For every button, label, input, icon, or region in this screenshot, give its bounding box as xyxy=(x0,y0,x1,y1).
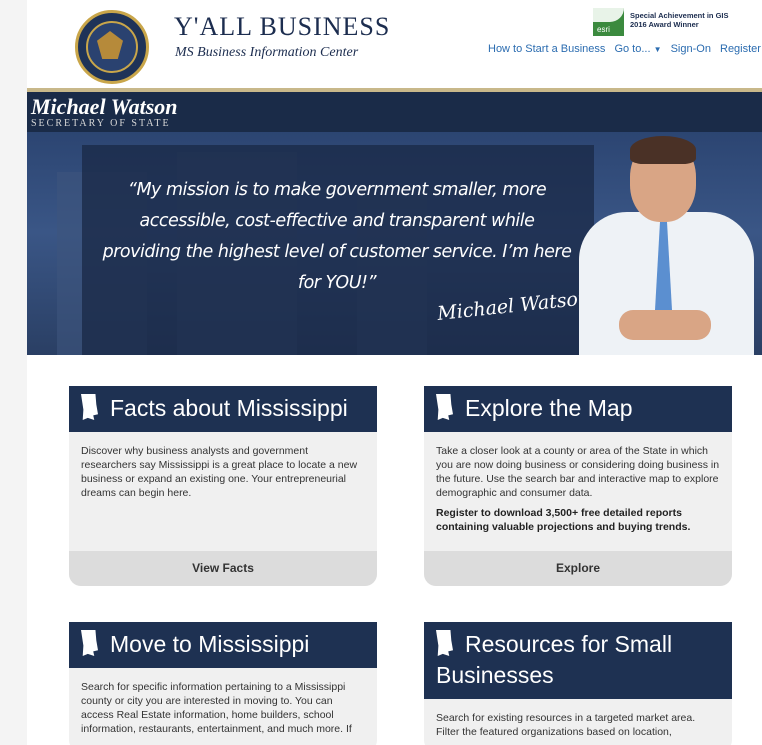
card-description: Take a closer look at a county or area o… xyxy=(436,445,720,533)
mission-quote: “My mission is to make government smalle… xyxy=(102,180,572,293)
officer-name: Michael Watson xyxy=(31,94,178,119)
mississippi-state-icon xyxy=(436,630,453,656)
register-prompt: Register to download 3,500+ free detaile… xyxy=(436,507,691,533)
caret-down-icon: ▼ xyxy=(653,45,662,54)
card-description: Search for specific information pertaini… xyxy=(81,681,352,735)
explore-button[interactable]: Explore xyxy=(424,551,732,586)
mississippi-state-icon xyxy=(81,630,98,656)
left-gutter xyxy=(0,0,27,745)
esri-logo-icon: esri xyxy=(593,8,624,36)
card-description: Search for existing resources in a targe… xyxy=(436,712,696,738)
nav-goto-dropdown[interactable]: Go to... ▼ xyxy=(614,43,661,55)
nav-register-link[interactable]: Register xyxy=(720,43,761,55)
site-subtitle: MS Business Information Center xyxy=(175,45,359,60)
quote-panel: “My mission is to make government smalle… xyxy=(82,145,594,355)
nav-sign-on-link[interactable]: Sign-On xyxy=(671,43,711,55)
card-title: Move to Mississippi xyxy=(69,622,377,668)
secretary-portrait xyxy=(567,132,762,355)
card-title: Facts about Mississippi xyxy=(69,386,377,432)
card-title: Resources for Small Businesses xyxy=(424,622,732,699)
nav-start-business-link[interactable]: How to Start a Business xyxy=(488,43,605,55)
mississippi-state-icon xyxy=(436,394,453,420)
officer-title: SECRETARY OF STATE xyxy=(31,118,171,129)
card-explore-the-map: Explore the Map Take a closer look at a … xyxy=(424,386,732,586)
card-title: Explore the Map xyxy=(424,386,732,432)
state-seal-logo[interactable] xyxy=(75,10,149,84)
card-resources-for-small-businesses: Resources for Small Businesses Search fo… xyxy=(424,622,732,745)
site-header: Y'ALL BUSINESS MS Business Information C… xyxy=(27,0,762,90)
mississippi-state-icon xyxy=(81,394,98,420)
site-title[interactable]: Y'ALL BUSINESS xyxy=(174,12,390,42)
award-text: Special Achievement in GIS 2016 Award Wi… xyxy=(630,11,729,29)
top-navigation: How to Start a Business Go to... ▼ Sign-… xyxy=(488,43,762,55)
hero-banner: Michael Watson SECRETARY OF STATE “My mi… xyxy=(27,92,762,355)
card-move-to-mississippi: Move to Mississippi Search for specific … xyxy=(69,622,377,745)
view-facts-button[interactable]: View Facts xyxy=(69,551,377,586)
card-description: Discover why business analysts and gover… xyxy=(81,445,358,499)
card-facts-about-mississippi: Facts about Mississippi Discover why bus… xyxy=(69,386,377,586)
